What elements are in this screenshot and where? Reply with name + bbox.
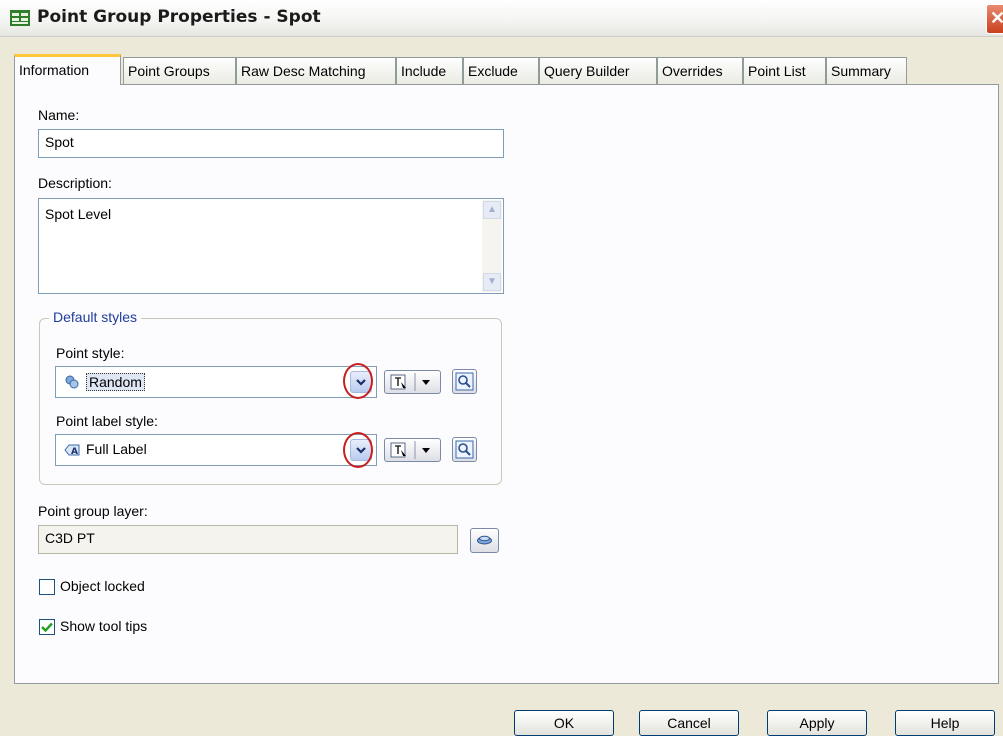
object-locked-checkbox[interactable] [39, 579, 55, 595]
point-style-icon [65, 375, 79, 389]
tab-summary[interactable]: Summary [826, 57, 907, 84]
point-style-edit-button[interactable] [384, 370, 441, 394]
magnify-icon [455, 372, 474, 391]
cancel-button[interactable]: Cancel [639, 710, 739, 736]
magnify-icon [455, 440, 474, 459]
ok-button[interactable]: OK [514, 710, 614, 736]
title-bar: Point Group Properties - Spot ✕ [0, 0, 1003, 37]
point-label-style-label: Point label style: [56, 413, 158, 429]
style-edit-icon [390, 373, 430, 391]
object-locked-label: Object locked [60, 578, 145, 594]
tab-query-builder[interactable]: Query Builder [539, 57, 657, 84]
layer-select-button[interactable] [470, 528, 499, 553]
window-title: Point Group Properties - Spot [37, 7, 321, 27]
close-icon: ✕ [990, 8, 1003, 28]
tab-include[interactable]: Include [396, 57, 463, 84]
description-textarea[interactable]: Spot Level ▲ ▼ [38, 198, 504, 294]
highlight-ring [343, 363, 373, 399]
point-style-label: Point style: [56, 345, 125, 361]
apply-button[interactable]: Apply [767, 710, 867, 736]
app-icon [10, 10, 30, 26]
point-style-value: Random [86, 373, 145, 391]
point-label-style-preview-button[interactable] [452, 437, 477, 462]
checkmark-icon [41, 622, 53, 633]
tab-point-list[interactable]: Point List [743, 57, 826, 84]
show-tool-tips-label: Show tool tips [60, 618, 148, 634]
point-group-layer-field: C3D PT [38, 525, 458, 554]
scroll-down-icon[interactable]: ▼ [483, 273, 501, 291]
name-label: Name: [38, 107, 80, 123]
layer-select-icon [477, 535, 492, 545]
tab-raw-desc-matching[interactable]: Raw Desc Matching [236, 57, 396, 84]
tab-point-groups[interactable]: Point Groups [123, 57, 236, 84]
tab-information[interactable]: Information [14, 54, 121, 85]
highlight-ring [343, 432, 373, 468]
point-label-style-edit-button[interactable] [384, 438, 441, 462]
default-styles-legend: Default styles [49, 309, 142, 325]
tab-overrides[interactable]: Overrides [657, 57, 743, 84]
style-edit-icon [390, 441, 430, 459]
tab-exclude[interactable]: Exclude [463, 57, 539, 84]
close-button[interactable]: ✕ [986, 4, 1003, 34]
scroll-up-icon[interactable]: ▲ [483, 201, 501, 219]
point-group-layer-label: Point group layer: [38, 503, 148, 519]
description-scrollbar[interactable]: ▲ ▼ [482, 200, 502, 292]
show-tool-tips-checkbox[interactable] [39, 619, 55, 635]
svg-text:A: A [71, 447, 78, 457]
point-style-combo[interactable]: Random [55, 366, 377, 398]
label-style-icon: A [64, 444, 80, 457]
point-style-preview-button[interactable] [452, 369, 477, 394]
description-text: Spot Level [45, 206, 112, 222]
description-label: Description: [38, 175, 112, 191]
point-label-style-value: Full Label [86, 441, 147, 457]
point-label-style-combo[interactable]: A Full Label [55, 434, 377, 466]
help-button[interactable]: Help [895, 710, 995, 736]
name-input[interactable]: Spot [38, 129, 504, 158]
